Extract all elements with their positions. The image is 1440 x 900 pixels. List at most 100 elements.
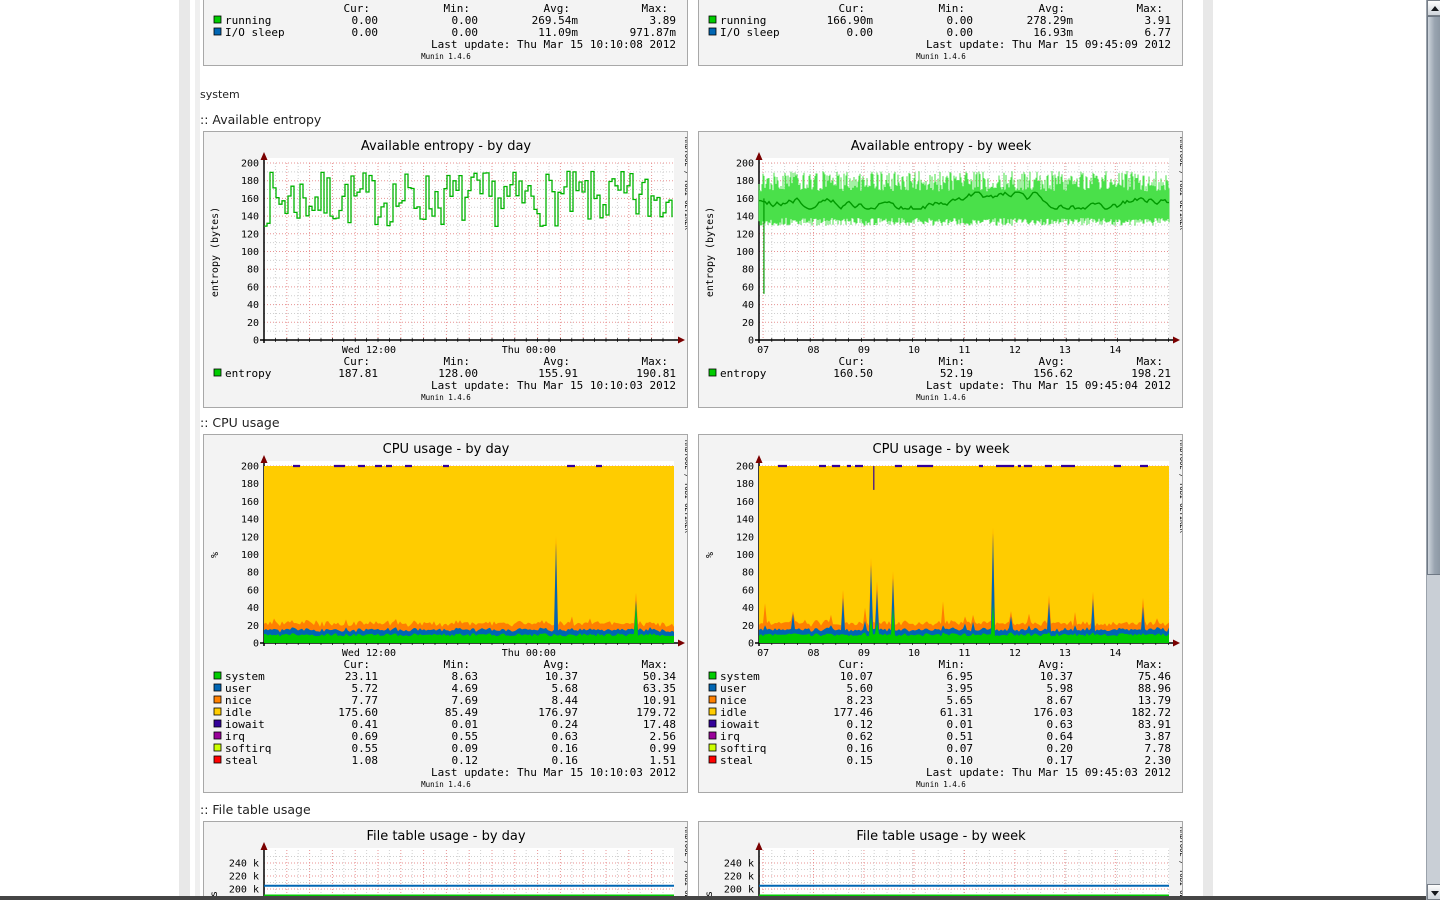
svg-text:180: 180 [736,176,754,187]
svg-text:0: 0 [253,336,259,347]
svg-text:60: 60 [247,585,259,596]
svg-text:0.00: 0.00 [352,26,379,39]
svg-text:187.81: 187.81 [338,367,378,380]
plot-area: 020406080100120140160180200Wed 12:00Thu … [241,152,685,356]
svg-text:20: 20 [742,621,754,632]
series-idle [264,466,674,643]
svg-text:14: 14 [1109,345,1121,356]
svg-text:140: 140 [736,212,754,223]
svg-text:File table usage - by day: File table usage - by day [366,829,525,844]
svg-text:40: 40 [742,603,754,614]
svg-text:120: 120 [736,229,754,240]
svg-text:200: 200 [736,159,754,170]
svg-text:20: 20 [742,318,754,329]
scrollbar-down-button[interactable] [1427,884,1440,900]
proc-week-svg: Cur:Min:Avg:Max:running166.90m0.00278.29… [699,0,1182,66]
cpu-day-svg: CPU usage - by day RRDTOOL / TOBI OETIKER… [204,435,687,794]
scrollbar-up-button[interactable] [1427,0,1440,16]
plot-area: 020406080100120140160180200Wed 12:00Thu … [241,455,685,659]
svg-text:%: % [210,552,221,558]
cpu-week-svg: CPU usage - by weekRRDTOOL / TOBI OETIKE… [699,435,1182,794]
svg-text:200 k: 200 k [724,885,754,896]
legend-swatch-entropy [214,369,221,376]
svg-text:180: 180 [241,176,259,187]
svg-text:160: 160 [736,194,754,205]
svg-text:100: 100 [736,550,754,561]
svg-text:1.08: 1.08 [352,754,379,767]
svg-text:160: 160 [241,194,259,205]
svg-text:200: 200 [241,159,259,170]
heading-cpu-usage: :: CPU usage [200,415,280,430]
graph-processes-day-partial[interactable]: Cur:Min:Avg:Max:running0.000.00269.54m3.… [203,0,688,66]
plot-area: 0204060801001201401601802000708091011121… [736,455,1180,659]
svg-text:Last update: Thu Mar 15 10:10:: Last update: Thu Mar 15 10:10:03 2012 [431,766,676,779]
svg-text:Munin 1.4.6: Munin 1.4.6 [916,52,966,61]
svg-text:140: 140 [736,515,754,526]
legend-swatch-nice [214,696,221,703]
svg-text:08: 08 [808,648,820,659]
graph-entropy-day[interactable]: Available entropy - by dayRRDTOOL / TOBI… [203,131,688,408]
svg-text:60: 60 [742,282,754,293]
plot-area: 240 k220 k200 k [724,842,1169,900]
svg-text:160.50: 160.50 [833,367,873,380]
legend-swatch-idle [709,708,716,715]
legend-swatch-steal [214,756,221,763]
svg-text:200 k: 200 k [229,885,259,896]
svg-text:220 k: 220 k [229,872,259,883]
svg-text:240 k: 240 k [229,859,259,870]
svg-text:0: 0 [748,639,754,650]
heading-available-entropy: :: Available entropy [200,112,321,127]
svg-text:220 k: 220 k [724,872,754,883]
svg-text:100: 100 [241,550,259,561]
svg-text:14: 14 [1109,648,1121,659]
svg-text:140: 140 [241,212,259,223]
graph-file-table-day-partial[interactable]: File table usage - by day RRDTOOL / TOBI … [203,821,688,900]
svg-text:I/O sleep: I/O sleep [720,26,780,39]
legend-swatch-irq [709,732,716,739]
graph-file-table-week-partial[interactable]: File table usage - by week RRDTOOL / TOBI… [698,821,1183,900]
svg-text:Last update: Thu Mar 15 09:45:: Last update: Thu Mar 15 09:45:04 2012 [926,379,1171,392]
svg-text:160: 160 [736,497,754,508]
heading-file-table-usage: :: File table usage [200,802,311,817]
svg-text:steal: steal [225,754,258,767]
svg-text:entropy (bytes): entropy (bytes) [705,207,716,297]
scrollbar-thumb[interactable] [1427,16,1440,575]
svg-text:Munin 1.4.6: Munin 1.4.6 [421,393,471,402]
vertical-scrollbar[interactable] [1426,0,1440,900]
svg-text:0: 0 [253,639,259,650]
svg-text:RRDTOOL / TOBI OETIKER: RRDTOOL / TOBI OETIKER [683,827,687,900]
svg-text:CPU usage - by day: CPU usage - by day [383,442,510,457]
svg-text:RRDTOOL / TOBI OETIKER: RRDTOOL / TOBI OETIKER [1178,827,1182,900]
legend-swatch-softirq [214,744,221,751]
svg-text:80: 80 [247,568,259,579]
svg-text:07: 07 [757,648,769,659]
graph-cpu-day[interactable]: CPU usage - by day RRDTOOL / TOBI OETIKER… [203,434,688,793]
svg-text:40: 40 [247,603,259,614]
svg-text:60: 60 [742,585,754,596]
graph-processes-week-partial[interactable]: Cur:Min:Avg:Max:running166.90m0.00278.29… [698,0,1183,66]
svg-text:120: 120 [736,532,754,543]
svg-text:Munin 1.4.6: Munin 1.4.6 [916,393,966,402]
svg-text:RRDTOOL / TOBI OETIKER: RRDTOOL / TOBI OETIKER [683,440,687,534]
munin-monitoring-page: system :: Available entropy :: CPU usage… [0,0,1440,900]
svg-text:60: 60 [247,282,259,293]
left-page-edge-band [179,0,190,900]
legend: Cur:Min:Avg:Max:system23.118.6310.3750.3… [214,658,676,789]
svg-text:entropy: entropy [720,367,767,380]
svg-text:100: 100 [736,247,754,258]
svg-text:RRDTOOL / TOBI OETIKER: RRDTOOL / TOBI OETIKER [1178,440,1182,534]
svg-text:80: 80 [247,265,259,276]
svg-text:I/O sleep: I/O sleep [225,26,285,39]
svg-text:RRDTOOL / TOBI OETIKER: RRDTOOL / TOBI OETIKER [1178,137,1182,231]
graph-cpu-week[interactable]: CPU usage - by weekRRDTOOL / TOBI OETIKE… [698,434,1183,793]
svg-text:Munin 1.4.6: Munin 1.4.6 [421,780,471,789]
legend-swatch-user [709,684,716,691]
svg-text:Available entropy - by day: Available entropy - by day [361,139,532,154]
svg-text:File table usage - by week: File table usage - by week [856,829,1026,844]
down-arrow-icon [1431,891,1439,896]
svg-text:Munin 1.4.6: Munin 1.4.6 [421,52,471,61]
svg-text:Last update: Thu Mar 15 09:45:: Last update: Thu Mar 15 09:45:09 2012 [926,38,1171,51]
legend-swatch-nice [709,696,716,703]
graph-entropy-week[interactable]: Available entropy - by week RRDTOOL / TOB… [698,131,1183,408]
svg-text:Available entropy - by week: Available entropy - by week [851,139,1032,154]
